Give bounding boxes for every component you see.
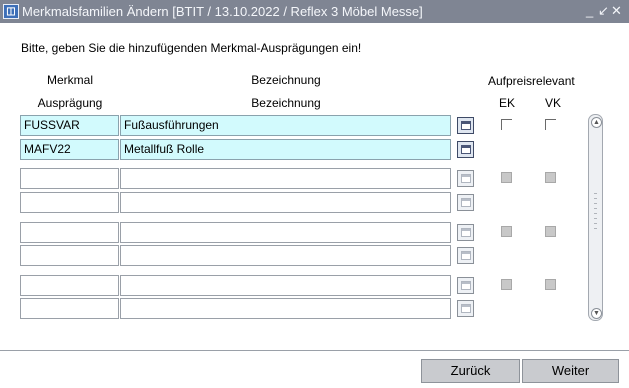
lov-button[interactable] [457, 117, 474, 134]
auspraegung-input[interactable] [20, 168, 119, 189]
restore-button[interactable]: ↙ [598, 3, 609, 19]
scroll-grip [594, 203, 597, 204]
scroll-grip [594, 218, 597, 219]
bezeichnung-input[interactable] [120, 192, 451, 213]
close-button[interactable]: ✕ [611, 3, 622, 19]
lov-button[interactable] [457, 224, 474, 241]
vertical-scrollbar[interactable]: ▲ ▼ [588, 114, 603, 321]
scroll-grip [594, 213, 597, 214]
ek-checkbox[interactable] [501, 279, 512, 290]
auspraegung-input[interactable] [20, 192, 119, 213]
bezeichnung-input[interactable] [120, 298, 451, 319]
header-auspraegung: Ausprägung [37, 96, 103, 110]
scroll-grip [594, 208, 597, 209]
scroll-grip [594, 193, 597, 194]
lov-button[interactable] [457, 170, 474, 187]
instruction-text: Bitte, geben Sie die hinzufügenden Merkm… [21, 41, 362, 55]
scroll-down-icon[interactable]: ▼ [591, 308, 602, 319]
bezeichnung-input[interactable] [120, 222, 451, 243]
form-window-icon: ◫ [3, 4, 19, 19]
header-ek: EK [499, 96, 516, 110]
scroll-up-icon[interactable]: ▲ [591, 117, 602, 128]
auspraegung-input[interactable] [20, 275, 119, 296]
header-bezeichnung-sub: Bezeichnung [251, 96, 321, 110]
ek-checkbox[interactable] [501, 226, 512, 237]
vk-checkbox[interactable] [545, 279, 556, 290]
window-title: Merkmalsfamilien Ändern [BTIT / 13.10.20… [22, 4, 423, 19]
vk-checkbox[interactable] [545, 172, 556, 183]
auspraegung-input[interactable] [20, 245, 119, 266]
minimize-button[interactable]: _ [586, 3, 593, 19]
lov-button[interactable] [457, 141, 474, 158]
header-vk: VK [545, 96, 562, 110]
footer-divider [0, 350, 629, 351]
scroll-grip [594, 198, 597, 199]
lov-button[interactable] [457, 300, 474, 317]
back-button[interactable]: Zurück [421, 359, 520, 383]
bezeichnung-input[interactable] [120, 168, 451, 189]
bezeichnung-input[interactable]: Metallfuß Rolle [120, 139, 451, 160]
scroll-grip [594, 223, 597, 224]
header-merkmal: Merkmal [46, 73, 93, 87]
auspraegung-input[interactable]: FUSSVAR [20, 115, 119, 136]
ek-checkbox[interactable] [501, 119, 512, 130]
lov-button[interactable] [457, 277, 474, 294]
vk-checkbox[interactable] [545, 226, 556, 237]
lov-button[interactable] [457, 194, 474, 211]
ek-checkbox[interactable] [501, 172, 512, 183]
lov-button[interactable] [457, 247, 474, 264]
bezeichnung-input[interactable]: Fußausführungen [120, 115, 451, 136]
auspraegung-input[interactable] [20, 222, 119, 243]
auspraegung-input[interactable]: MAFV22 [20, 139, 119, 160]
header-bezeichnung: Bezeichnung [251, 73, 321, 87]
auspraegung-input[interactable] [20, 298, 119, 319]
header-aufpreisrelevant: Aufpreisrelevant [488, 74, 575, 88]
bezeichnung-input[interactable] [120, 275, 451, 296]
bezeichnung-input[interactable] [120, 245, 451, 266]
next-button[interactable]: Weiter [522, 359, 619, 383]
scroll-grip [594, 228, 597, 229]
vk-checkbox[interactable] [545, 119, 556, 130]
